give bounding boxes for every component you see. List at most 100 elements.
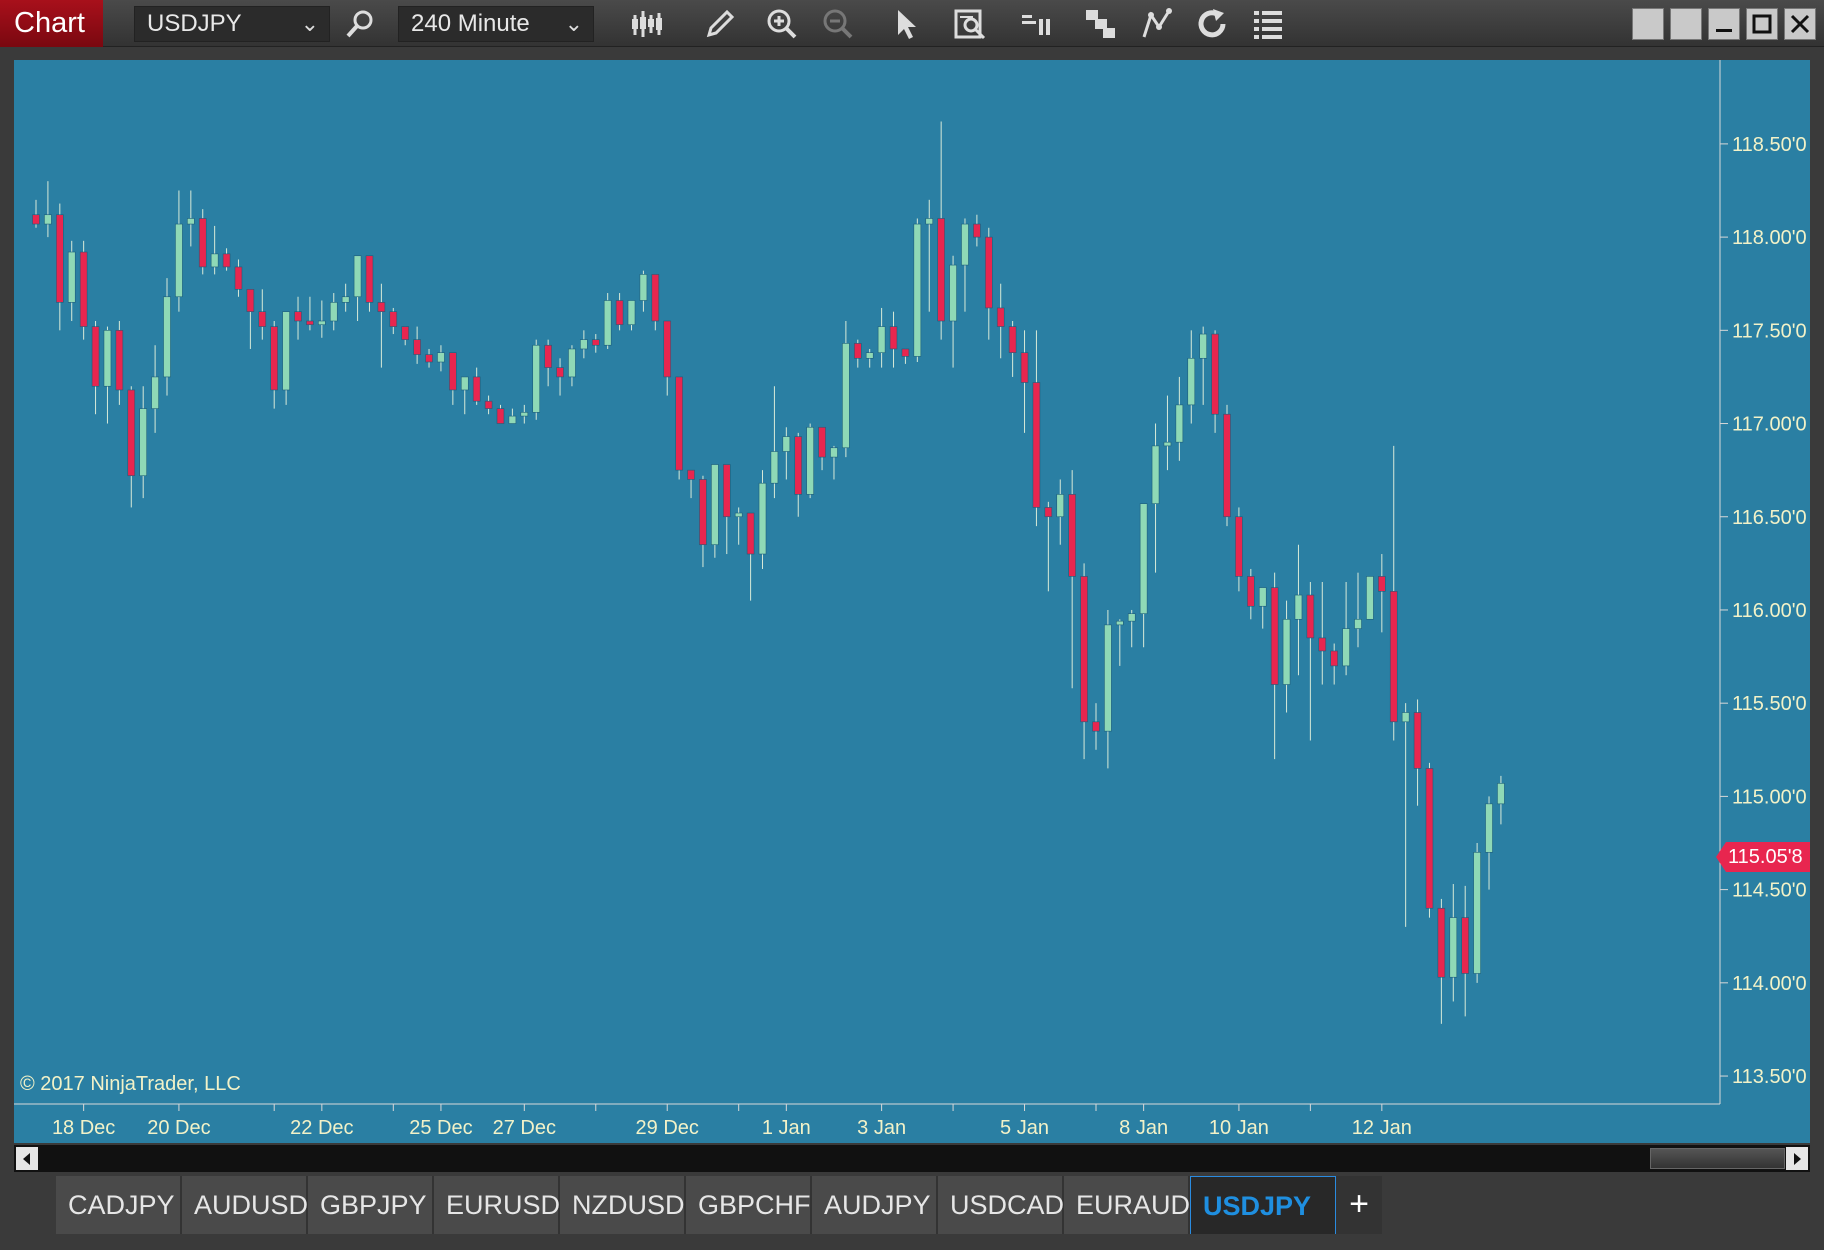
candle-body — [901, 348, 910, 357]
candle-body — [913, 223, 922, 357]
candle-body — [1008, 326, 1017, 353]
x-tick-label: 8 Jan — [1119, 1117, 1168, 1139]
candle-body — [425, 354, 433, 363]
candle-body — [187, 218, 195, 225]
y-tick-label: 115.00'0 — [1732, 786, 1807, 808]
candle-body — [1020, 352, 1029, 383]
candle-body — [1104, 624, 1112, 732]
candle-body — [639, 274, 648, 301]
tile-right-icon[interactable] — [1670, 8, 1702, 40]
candle-body — [758, 482, 767, 555]
candle-body — [663, 320, 672, 378]
horizontal-scrollbar[interactable] — [14, 1145, 1810, 1172]
candle-body — [961, 223, 969, 266]
x-tick-label: 27 Dec — [493, 1117, 556, 1139]
candle-body — [1270, 587, 1279, 685]
candle-body — [580, 339, 588, 350]
pointer-icon[interactable] — [888, 6, 924, 42]
candle-body — [877, 326, 886, 353]
properties-icon[interactable] — [1250, 6, 1286, 42]
candle-body — [103, 330, 112, 387]
candle-body — [472, 376, 481, 402]
instrument-tabs: CADJPY AUDUSD GBPJPY EURUSD NZDUSD GBPCHF AUDJ… — [56, 1176, 1382, 1234]
candle-body — [56, 214, 64, 303]
interval-selector[interactable]: 240 Minute ⌄ — [398, 6, 594, 42]
candle-body — [413, 339, 421, 355]
scroll-left-icon[interactable] — [16, 1147, 38, 1170]
candle-body — [711, 464, 719, 546]
strategy-icon[interactable] — [1082, 6, 1118, 42]
candle-body — [449, 352, 457, 391]
candle-body — [1306, 594, 1315, 639]
candle-body — [1437, 907, 1446, 978]
candle-body — [246, 289, 255, 312]
candle-body — [996, 307, 1005, 327]
reload-icon[interactable] — [1194, 6, 1230, 42]
tab-nzdusd[interactable]: NZDUSD — [560, 1176, 686, 1234]
tab-gbpchf[interactable]: GBPCHF — [686, 1176, 812, 1234]
scroll-right-icon[interactable] — [1786, 1147, 1808, 1170]
candle-body — [699, 479, 707, 546]
x-tick-label: 25 Dec — [409, 1117, 472, 1139]
y-tick-label: 117.00'0 — [1732, 414, 1807, 436]
candle-body — [687, 469, 695, 480]
candle-body — [437, 352, 445, 363]
candle-body — [222, 253, 231, 268]
candle-body — [568, 348, 576, 378]
x-tick-label: 3 Jan — [857, 1117, 906, 1139]
tile-left-icon[interactable] — [1632, 8, 1664, 40]
candle-body — [163, 296, 171, 378]
zoom-in-icon[interactable] — [764, 6, 800, 42]
candle-body — [1485, 803, 1493, 853]
tab-cadjpy[interactable]: CADJPY — [56, 1176, 182, 1234]
tab-audjpy[interactable]: AUDJPY — [812, 1176, 938, 1234]
maximize-icon[interactable] — [1746, 8, 1778, 40]
x-tick-label: 18 Dec — [52, 1117, 115, 1139]
candle-body — [1223, 413, 1231, 518]
candle-body — [270, 326, 279, 391]
tab-eurusd[interactable]: EURUSD — [434, 1176, 560, 1234]
candle-body — [44, 214, 52, 225]
scroll-thumb[interactable] — [1650, 1148, 1785, 1169]
window-title: Chart — [0, 0, 103, 47]
candle-body — [603, 300, 612, 346]
tab-audusd[interactable]: AUDUSD — [182, 1176, 308, 1234]
candlestick-chart[interactable]: 118.50'0 118.00'0 117.50'0 117.00'0 116.50'0… — [14, 60, 1810, 1143]
candle-body — [1139, 503, 1148, 614]
chart-trader-icon[interactable] — [1018, 6, 1054, 42]
minimize-icon[interactable] — [1708, 8, 1740, 40]
candle-body — [675, 376, 683, 471]
candle-body — [1354, 618, 1362, 629]
candle-body — [484, 400, 493, 409]
indicators-icon[interactable] — [1140, 6, 1176, 42]
candle-body — [1282, 618, 1291, 685]
x-tick-label: 10 Jan — [1209, 1117, 1269, 1139]
candle-body — [722, 464, 731, 518]
drawing-pencil-icon[interactable] — [702, 6, 738, 42]
data-box-icon[interactable] — [952, 6, 988, 42]
candle-body — [770, 451, 779, 484]
tab-usdjpy[interactable]: USDJPY — [1190, 1176, 1336, 1234]
candle-body — [1235, 516, 1243, 577]
candle-body — [282, 311, 290, 391]
candle-body — [258, 311, 267, 327]
candle-body — [1425, 768, 1434, 909]
candle-body — [139, 408, 147, 477]
candle-body — [1413, 712, 1422, 769]
add-tab-icon[interactable]: + — [1336, 1176, 1382, 1234]
close-icon[interactable] — [1784, 8, 1816, 40]
copyright-text: © 2017 NinjaTrader, LLC — [20, 1073, 241, 1095]
tab-euraud[interactable]: EURAUD — [1064, 1176, 1190, 1234]
candle-body — [1092, 721, 1100, 732]
instrument-selector[interactable]: USDJPY ⌄ — [134, 6, 330, 42]
tab-usdcad[interactable]: USDCAD — [938, 1176, 1064, 1234]
candle-body — [389, 311, 398, 327]
tab-gbpjpy[interactable]: GBPJPY — [308, 1176, 434, 1234]
bar-style-icon[interactable] — [628, 6, 664, 42]
search-icon[interactable] — [342, 6, 378, 42]
candle-body — [1318, 637, 1327, 652]
candle-body — [306, 320, 314, 326]
chart-panel[interactable]: 118.50'0 118.00'0 117.50'0 117.00'0 116.50'0… — [14, 60, 1810, 1143]
candle-body — [842, 343, 850, 449]
zoom-out-icon[interactable] — [820, 6, 856, 42]
